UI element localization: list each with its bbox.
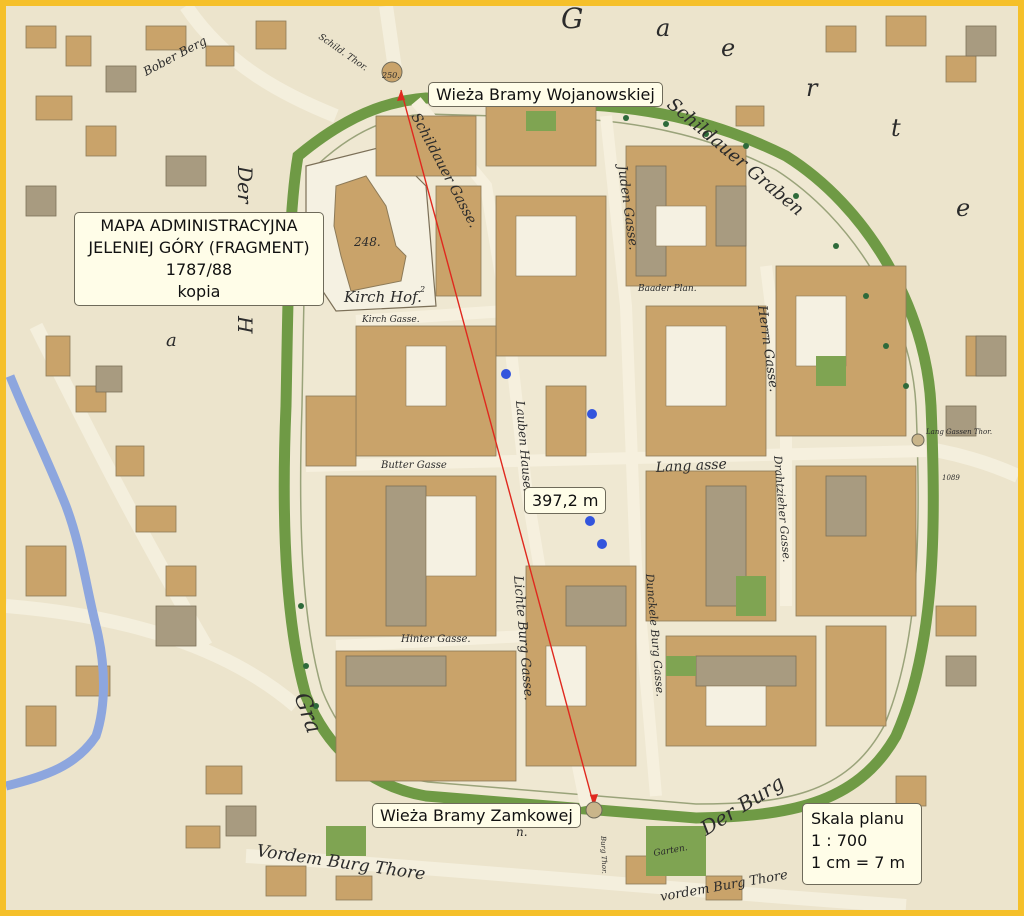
left-h: H — [233, 315, 257, 334]
gaerten-g: G — [561, 6, 583, 35]
distance-label: 397,2 m — [524, 487, 607, 514]
gaerten-t: t — [891, 114, 901, 142]
butter-gasse: Butter Gasse — [380, 460, 447, 471]
gate-south-label[interactable]: Wieża Bramy Zamkowej — [372, 803, 581, 828]
number-250: 250. — [381, 71, 400, 80]
kirch-hof-number: 2 — [419, 285, 425, 294]
number-1089: 1089 — [942, 474, 960, 482]
kirch-hof: Kirch Hof. — [343, 288, 422, 306]
gaerten-a: a — [656, 14, 670, 42]
map-title-box: MAPA ADMINISTRACYJNA JELENIEJ GÓRY (FRAG… — [74, 212, 324, 306]
gate-north-label[interactable]: Wieża Bramy Wojanowskiej — [428, 82, 663, 107]
scale-box: Skala planu 1 : 700 1 cm = 7 m — [802, 803, 922, 885]
burg-thor: Burg Thor. — [599, 835, 608, 874]
kirch-gasse: Kirch Gasse. — [361, 315, 420, 325]
scale-ratio: 1 : 700 — [811, 831, 868, 850]
historic-town-map: G a e r t e Bober Berg Schild. Thor. 250… — [6, 6, 1018, 910]
gate-tower-east — [911, 433, 925, 447]
gate-tower-south — [585, 801, 603, 819]
gaerten-e: e — [721, 34, 735, 62]
gaerten-e2: e — [956, 194, 970, 222]
title-line-1: MAPA ADMINISTRACYJNA — [100, 216, 298, 235]
church-number: 248. — [353, 235, 381, 249]
gaerten-r: r — [806, 74, 819, 102]
hinter-gasse: Hinter Gasse. — [400, 634, 471, 645]
title-line-4: kopia — [177, 282, 221, 301]
baader-plan: Baader Plan. — [637, 284, 697, 294]
lange-gasse-thor: Lang Gassen Thor. — [925, 428, 992, 436]
title-line-2: JELENIEJ GÓRY (FRAGMENT) — [88, 238, 310, 257]
title-line-3: 1787/88 — [165, 260, 233, 279]
left-a: a — [166, 330, 177, 351]
der-left: Der — [233, 165, 257, 205]
scale-title: Skala planu — [811, 809, 904, 828]
map-frame: G a e r t e Bober Berg Schild. Thor. 250… — [0, 0, 1024, 916]
scale-conversion: 1 cm = 7 m — [811, 853, 906, 872]
